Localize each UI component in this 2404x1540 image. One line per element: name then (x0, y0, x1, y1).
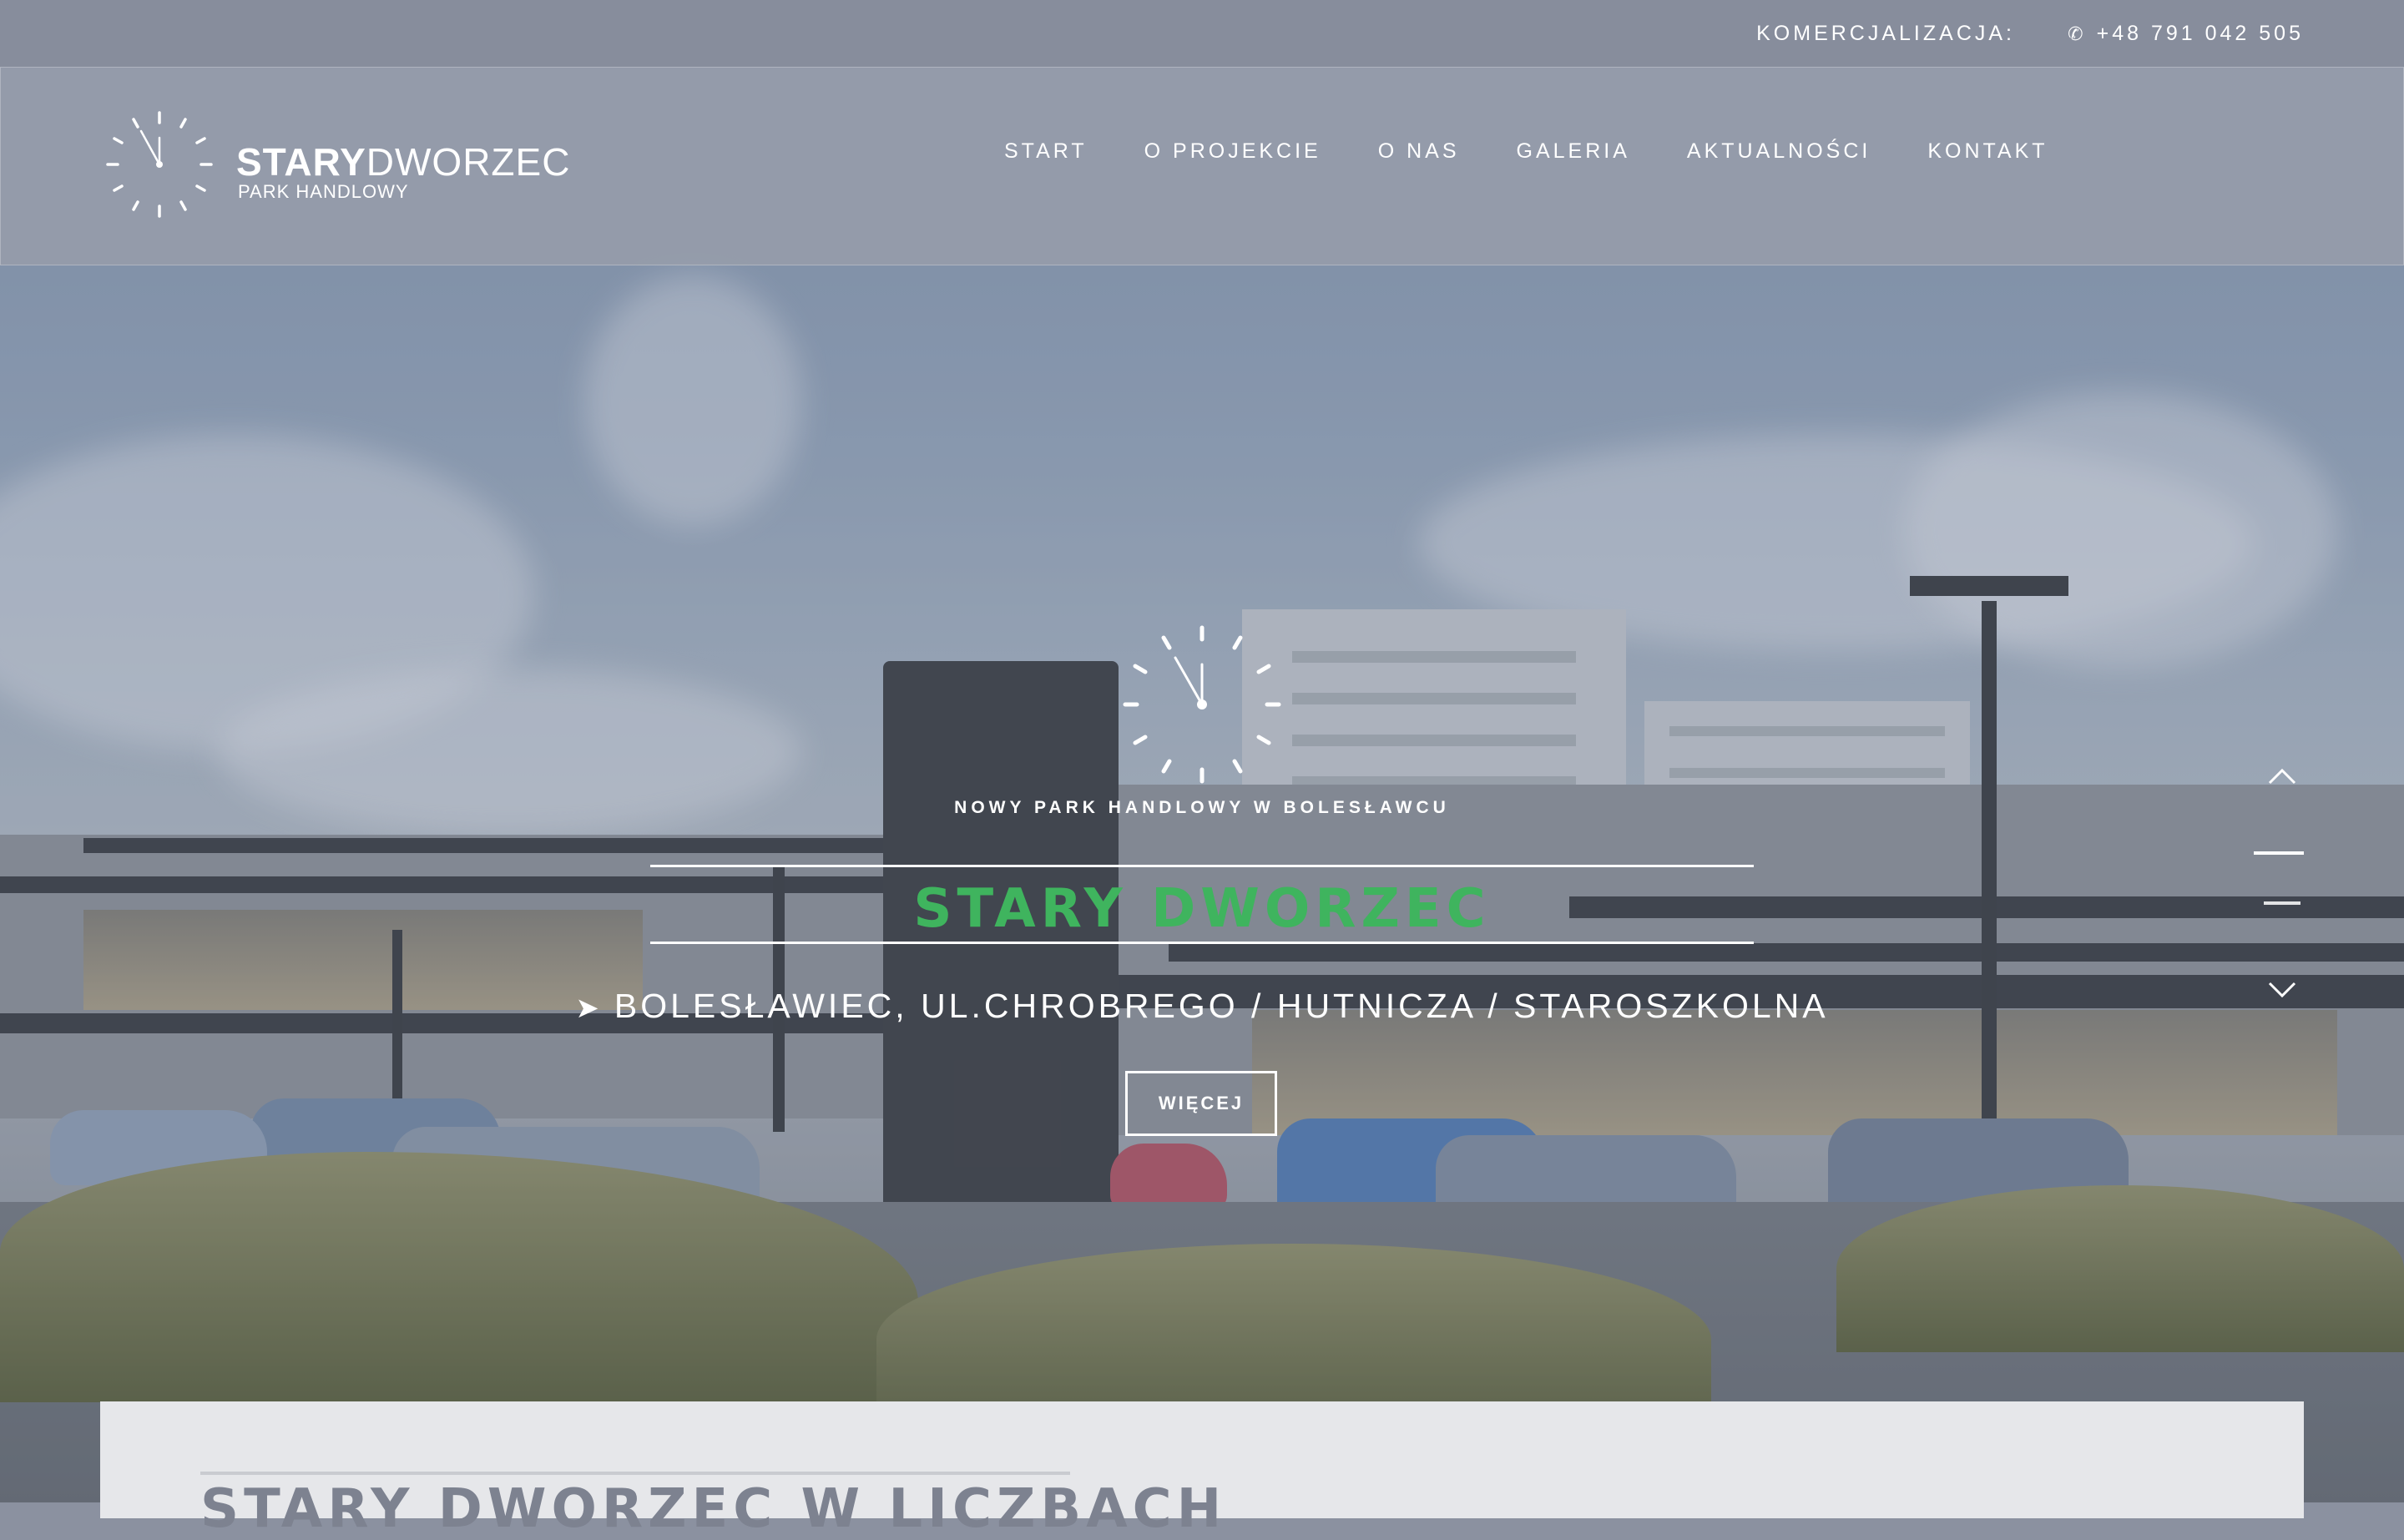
location-arrow-icon: ➤ (575, 992, 603, 1024)
slider-dot-2[interactable] (2264, 901, 2300, 905)
hero-slide: NOWY PARK HANDLOWY W BOLESŁAWCU STARY DW… (0, 0, 2404, 1502)
slider-next-button[interactable] (2257, 973, 2307, 1007)
slider-dot-1[interactable] (2254, 851, 2304, 855)
hero-divider-top (650, 865, 1754, 867)
numbers-section: STARY DWORZEC W LICZBACH (100, 1401, 2304, 1540)
hero-divider-bottom (650, 942, 1754, 944)
hero-address-text: BOLESŁAWIEC, UL.CHROBREGO / HUTNICZA / S… (614, 987, 1829, 1025)
clock-icon (1123, 625, 1281, 784)
hero-address: ➤ BOLESŁAWIEC, UL.CHROBREGO / HUTNICZA / … (0, 987, 2404, 1026)
chevron-up-icon (2268, 768, 2296, 785)
hero-subtitle: NOWY PARK HANDLOWY W BOLESŁAWCU (954, 798, 1450, 817)
hero-title: STARY DWORZEC (913, 878, 1491, 940)
more-button[interactable]: WIĘCEJ (1125, 1071, 1277, 1136)
section-heading: STARY DWORZEC W LICZBACH (200, 1478, 1227, 1540)
section-divider (200, 1472, 1070, 1475)
chevron-down-icon (2268, 982, 2296, 998)
slider-prev-button[interactable] (2257, 760, 2307, 793)
